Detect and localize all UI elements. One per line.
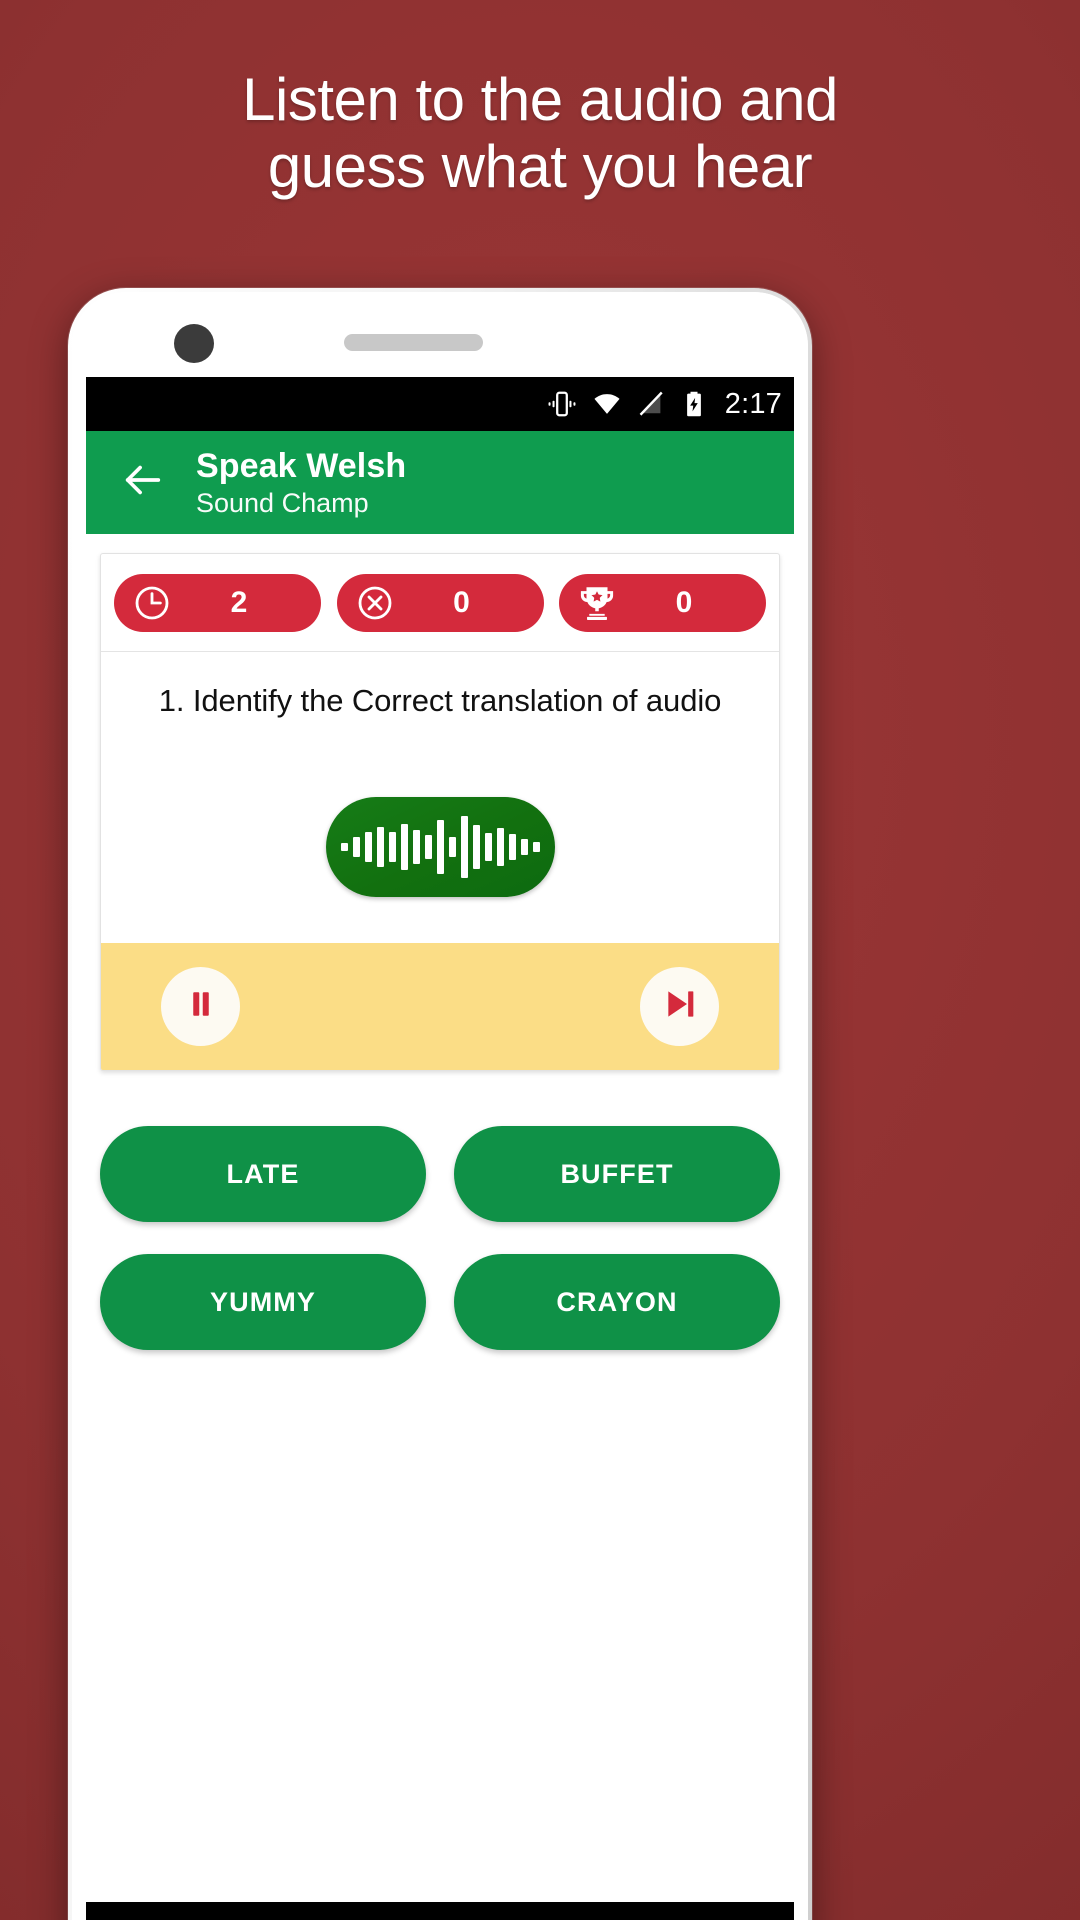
signal-off-icon bbox=[636, 389, 666, 419]
promo-headline: Listen to the audio and guess what you h… bbox=[0, 66, 1080, 200]
wifi-icon bbox=[591, 388, 623, 420]
answer-option-3[interactable]: YUMMY bbox=[100, 1254, 426, 1350]
waveform-icon bbox=[340, 816, 540, 878]
app-bar: Speak Welsh Sound Champ bbox=[86, 431, 794, 534]
app-title: Speak Welsh bbox=[196, 446, 407, 485]
answer-option-1[interactable]: LATE bbox=[100, 1126, 426, 1222]
vibrate-icon bbox=[546, 388, 578, 420]
stat-value-wrong: 0 bbox=[453, 586, 470, 619]
back-arrow-icon bbox=[120, 457, 166, 508]
clock-icon bbox=[131, 582, 173, 624]
pause-button[interactable] bbox=[161, 967, 240, 1046]
trophy-icon bbox=[576, 582, 618, 624]
camera-dot-icon bbox=[174, 324, 214, 363]
skip-next-icon bbox=[660, 984, 700, 1029]
answer-option-4[interactable]: CRAYON bbox=[454, 1254, 780, 1350]
play-audio-button[interactable] bbox=[325, 797, 555, 897]
status-bar: 2:17 bbox=[86, 377, 794, 431]
stats-row: 2 0 0 bbox=[101, 554, 779, 652]
stat-chip-score[interactable]: 0 bbox=[559, 574, 766, 632]
phone-top-bezel bbox=[72, 292, 808, 377]
phone-mockup-body: 2:17 Speak Welsh Sound Champ 2 0 0 1. Id… bbox=[72, 292, 808, 1920]
stat-chip-timer[interactable]: 2 bbox=[114, 574, 321, 632]
stat-value-score: 0 bbox=[675, 586, 693, 619]
promo-headline-line-1: Listen to the audio and bbox=[242, 66, 838, 133]
pause-icon bbox=[182, 985, 220, 1028]
status-bar-time: 2:17 bbox=[724, 387, 782, 420]
android-nav-bar bbox=[86, 1902, 794, 1920]
next-button[interactable] bbox=[640, 967, 719, 1046]
question-text: 1. Identify the Correct translation of a… bbox=[158, 683, 722, 718]
back-button[interactable] bbox=[112, 452, 174, 514]
audio-area bbox=[101, 719, 779, 943]
phone-mockup-frame: 2:17 Speak Welsh Sound Champ 2 0 0 1. Id… bbox=[68, 288, 812, 1920]
app-subtitle: Sound Champ bbox=[196, 487, 369, 518]
promo-headline-line-2: guess what you hear bbox=[267, 133, 813, 201]
battery-charging-icon bbox=[679, 389, 709, 419]
stat-chip-wrong[interactable]: 0 bbox=[336, 574, 544, 632]
phone-screen: 2:17 Speak Welsh Sound Champ 2 0 0 1. Id… bbox=[86, 377, 794, 1867]
stat-value-timer: 2 bbox=[230, 586, 248, 619]
app-bar-titles: Speak Welsh Sound Champ bbox=[196, 447, 406, 519]
audio-player-bar bbox=[101, 943, 779, 1070]
quiz-card: 2 0 0 1. Identify the Correct translatio… bbox=[100, 553, 780, 1071]
speaker-grille-icon bbox=[344, 334, 483, 351]
answer-option-2[interactable]: BUFFET bbox=[454, 1126, 780, 1222]
x-circle-icon bbox=[354, 582, 396, 624]
answer-options-grid: LATE BUFFET YUMMY CRAYON bbox=[86, 1071, 794, 1350]
